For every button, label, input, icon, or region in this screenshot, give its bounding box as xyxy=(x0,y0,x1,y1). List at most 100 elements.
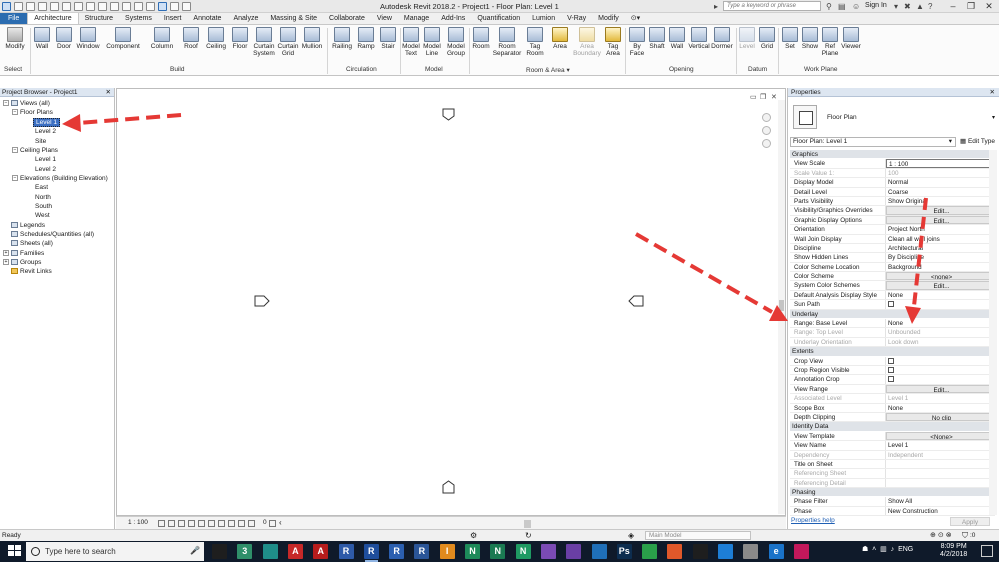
tab-view[interactable]: View xyxy=(371,13,398,24)
taskbar-app-icon[interactable] xyxy=(718,544,733,559)
open-icon[interactable] xyxy=(14,2,23,11)
taskbar-app-icon[interactable] xyxy=(743,544,759,559)
unlock-3d-icon[interactable] xyxy=(218,520,225,527)
taskbar-app-icon[interactable]: N xyxy=(465,544,480,559)
model-line-button[interactable]: Model Line xyxy=(422,27,442,57)
property-edit-button[interactable]: <none> xyxy=(886,272,995,281)
property-value[interactable]: None xyxy=(886,291,995,299)
room-button[interactable]: Room xyxy=(471,27,491,50)
west-elevation-marker[interactable] xyxy=(253,294,271,308)
close-icon[interactable]: ✕ xyxy=(106,88,111,97)
property-edit-button[interactable]: <None> xyxy=(886,431,995,441)
modify-button[interactable]: Modify xyxy=(4,27,26,50)
property-checkbox-cell[interactable] xyxy=(886,375,995,383)
taskbar-app-icon[interactable]: 3 xyxy=(237,544,253,559)
taskbar-app-icon[interactable] xyxy=(591,544,607,559)
selection-options-icon[interactable]: ⊕⊙⊗ xyxy=(930,531,954,539)
view-restore-icon[interactable]: ❐ xyxy=(760,93,766,101)
property-value[interactable]: Level 1 xyxy=(886,441,995,449)
close-hidden-icon[interactable] xyxy=(170,2,179,11)
tree-item-schedules[interactable]: Schedules/Quantities (all) xyxy=(11,231,94,239)
print-icon[interactable] xyxy=(74,2,83,11)
chevron-up-icon[interactable]: ˄ xyxy=(872,546,876,553)
opening-panel-label[interactable]: Opening xyxy=(669,66,694,73)
crop-view-icon[interactable] xyxy=(198,520,205,527)
tag-room-button[interactable]: Tag Room xyxy=(524,27,546,57)
switch-windows-icon[interactable] xyxy=(182,2,191,11)
property-group-header[interactable]: Identity Data⇞ xyxy=(790,422,995,432)
taskbar-app-icon[interactable]: N xyxy=(515,544,531,559)
grid-button[interactable]: Grid xyxy=(758,27,776,50)
tab-analyze[interactable]: Analyze xyxy=(227,13,264,24)
tab-insert[interactable]: Insert xyxy=(158,13,188,24)
taskbar-app-icon[interactable]: R xyxy=(414,544,430,559)
volume-icon[interactable]: ♪ xyxy=(891,546,895,553)
taskbar-app-icon[interactable]: e xyxy=(768,544,784,559)
window-button[interactable]: Window xyxy=(76,27,100,50)
app-menu-icon[interactable] xyxy=(2,2,11,11)
select-panel-label[interactable]: Select xyxy=(4,66,22,73)
curtain-grid-button[interactable]: Curtain Grid xyxy=(277,27,299,57)
tab-architecture[interactable]: Architecture xyxy=(27,13,79,24)
set-button[interactable]: Set xyxy=(781,27,799,50)
tree-item-north[interactable]: North xyxy=(35,194,51,202)
vertical-button[interactable]: Vertical xyxy=(688,27,710,50)
taskbar-app-icon[interactable] xyxy=(793,544,809,559)
instance-filter-dropdown[interactable]: Floor Plan: Level 1 ▾ xyxy=(790,137,956,147)
by-face-button[interactable]: By Face xyxy=(628,27,646,57)
property-value[interactable]: Coarse xyxy=(886,188,995,196)
tab-file[interactable]: File xyxy=(0,13,28,24)
people-icon[interactable]: ☗ xyxy=(862,546,868,553)
expand-icon[interactable]: + xyxy=(3,259,9,266)
column-button[interactable]: Column xyxy=(148,27,176,50)
active-workset-dropdown[interactable]: Main Model xyxy=(645,531,751,540)
property-value[interactable]: Normal xyxy=(886,178,995,186)
viewer-button[interactable]: Viewer xyxy=(840,27,862,50)
sign-in-button[interactable]: Sign In xyxy=(865,2,887,9)
property-value[interactable]: By Discipline xyxy=(886,253,995,261)
tag-area-button[interactable]: Tag Area xyxy=(602,27,624,57)
filter-icon[interactable]: ⛉ xyxy=(962,531,968,541)
tree-item-floor-level-1[interactable]: Level 1 xyxy=(33,118,60,127)
area-boundary-button[interactable]: Area Boundary xyxy=(573,27,601,57)
property-edit-button[interactable]: No clip xyxy=(886,412,995,422)
floor-plan-view[interactable] xyxy=(116,88,786,516)
wall-button[interactable]: Wall xyxy=(32,27,52,50)
visual-style-icon[interactable] xyxy=(168,520,175,527)
model-group-button[interactable]: Model Group xyxy=(444,27,468,57)
shadows-icon[interactable] xyxy=(188,520,195,527)
property-value[interactable]: Show All xyxy=(886,497,995,505)
tree-item-views[interactable]: − Views (all) xyxy=(3,100,50,108)
pan-icon[interactable] xyxy=(762,139,771,148)
tab-systems[interactable]: Systems xyxy=(119,13,158,24)
room-area-panel-label[interactable]: Room & Area ▾ xyxy=(526,66,570,74)
show-button[interactable]: Show xyxy=(801,27,819,50)
property-value[interactable]: None xyxy=(886,404,995,412)
tree-item-site[interactable]: Site xyxy=(35,138,46,146)
taskbar-search-box[interactable]: Type here to search 🎤 xyxy=(26,542,204,561)
south-elevation-marker[interactable] xyxy=(441,479,457,495)
collapse-icon[interactable]: − xyxy=(12,109,18,116)
close-icon[interactable]: ✕ xyxy=(990,88,995,97)
tree-item-south[interactable]: South xyxy=(35,203,52,211)
roof-button[interactable]: Roof xyxy=(181,27,201,50)
microphone-icon[interactable]: 🎤 xyxy=(190,546,200,555)
floor-button[interactable]: Floor xyxy=(230,27,250,50)
tag-icon[interactable] xyxy=(110,2,119,11)
checkbox[interactable] xyxy=(888,357,894,364)
language-indicator[interactable]: ENG xyxy=(898,546,913,553)
section-icon[interactable] xyxy=(146,2,155,11)
property-value[interactable]: Architectural xyxy=(886,244,995,252)
tab-add-ins[interactable]: Add-Ins xyxy=(435,13,471,24)
property-checkbox-cell[interactable] xyxy=(886,357,995,365)
taskbar-app-icon[interactable]: R xyxy=(389,544,405,559)
taskbar-app-icon[interactable]: N xyxy=(490,544,506,559)
area-button[interactable]: Area xyxy=(550,27,570,50)
property-group-header[interactable]: Underlay⇞ xyxy=(790,309,995,320)
clock[interactable]: 8:09 PM 4/2/2018 xyxy=(940,543,967,559)
tree-item-ceiling-plans[interactable]: − Ceiling Plans xyxy=(12,147,58,155)
east-elevation-marker[interactable] xyxy=(627,294,645,308)
room-separator-button[interactable]: Room Separator xyxy=(492,27,522,57)
tab-massing-site[interactable]: Massing & Site xyxy=(264,13,323,24)
collapse-icon[interactable]: − xyxy=(12,147,18,154)
